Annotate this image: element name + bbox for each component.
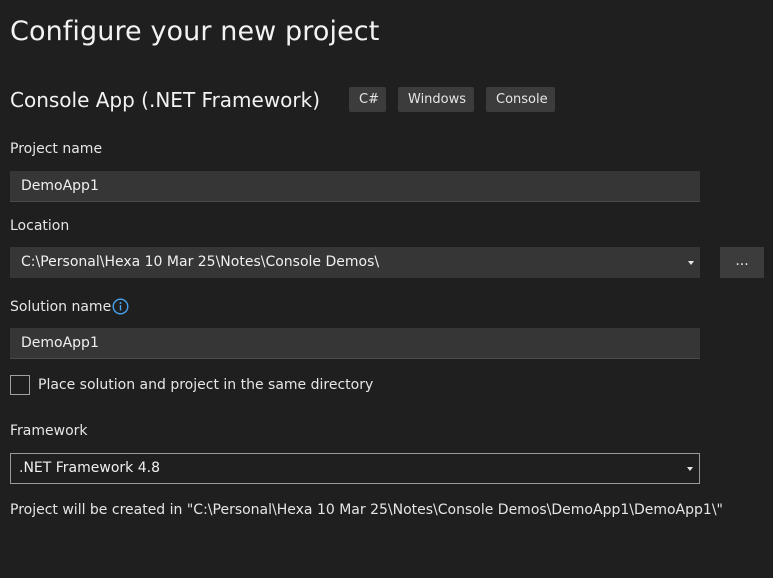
same-directory-label[interactable]: Place solution and project in the same d… [38, 377, 373, 393]
project-name-label: Project name [10, 141, 103, 157]
framework-label: Framework [10, 423, 88, 439]
location-value: C:\Personal\Hexa 10 Mar 25\Notes\Console… [21, 254, 380, 270]
tag-language: C# [349, 87, 386, 112]
page-title: Configure your new project [10, 16, 380, 47]
info-icon[interactable] [112, 298, 129, 315]
template-name: Console App (.NET Framework) [10, 88, 321, 112]
browse-button[interactable]: ... [720, 247, 764, 278]
project-name-input[interactable]: DemoApp1 [10, 171, 700, 202]
framework-value: .NET Framework 4.8 [19, 460, 160, 476]
location-label: Location [10, 218, 70, 234]
location-combobox[interactable]: C:\Personal\Hexa 10 Mar 25\Notes\Console… [10, 247, 700, 278]
tag-platform: Windows [398, 87, 474, 112]
framework-combobox[interactable]: .NET Framework 4.8 [10, 453, 700, 484]
tag-project-type: Console [486, 87, 555, 112]
chevron-down-icon[interactable] [687, 466, 693, 471]
solution-name-input[interactable]: DemoApp1 [10, 328, 700, 359]
project-path-note: Project will be created in "C:\Personal\… [10, 502, 723, 518]
solution-name-label: Solution name [10, 299, 112, 315]
chevron-down-icon[interactable] [688, 260, 694, 265]
same-directory-checkbox[interactable] [10, 375, 30, 395]
